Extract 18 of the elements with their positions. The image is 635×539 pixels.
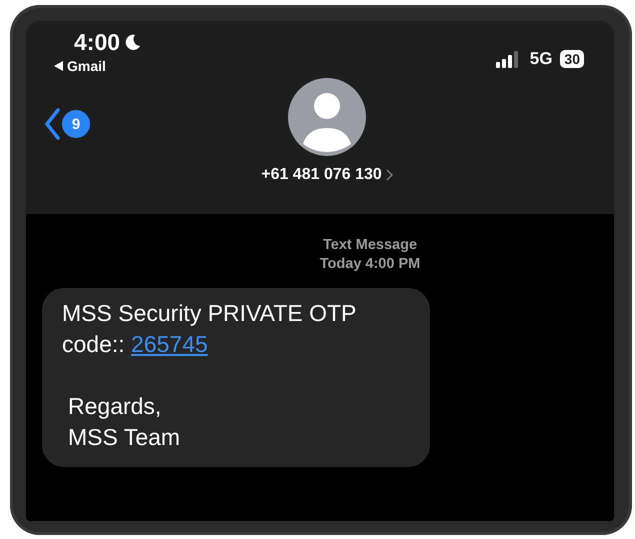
- otp-code-link[interactable]: 265745: [131, 331, 208, 357]
- moon-icon: [124, 34, 142, 51]
- chevron-left-icon: [44, 108, 60, 140]
- unread-count: 9: [62, 110, 90, 138]
- signoff-line: MSS Team: [67, 423, 182, 452]
- avatar-icon: [288, 78, 366, 156]
- status-time: 4:00: [74, 29, 120, 56]
- signoff-line: Regards,: [67, 392, 162, 421]
- chevron-right-icon: [386, 169, 393, 181]
- battery-level: 30: [560, 50, 584, 68]
- network-label: 5G: [530, 49, 552, 69]
- back-to-app-link[interactable]: Gmail: [54, 58, 142, 74]
- message-text: MSS Security PRIVATE OTP code:: 265745: [62, 299, 357, 359]
- back-button[interactable]: 9: [44, 108, 90, 140]
- left-triangle-icon: [54, 61, 63, 71]
- contact-number[interactable]: +61 481 076 130: [261, 166, 393, 184]
- message-timestamp: Today 4:00 PM: [320, 255, 420, 274]
- service-label: Text Message: [322, 236, 418, 255]
